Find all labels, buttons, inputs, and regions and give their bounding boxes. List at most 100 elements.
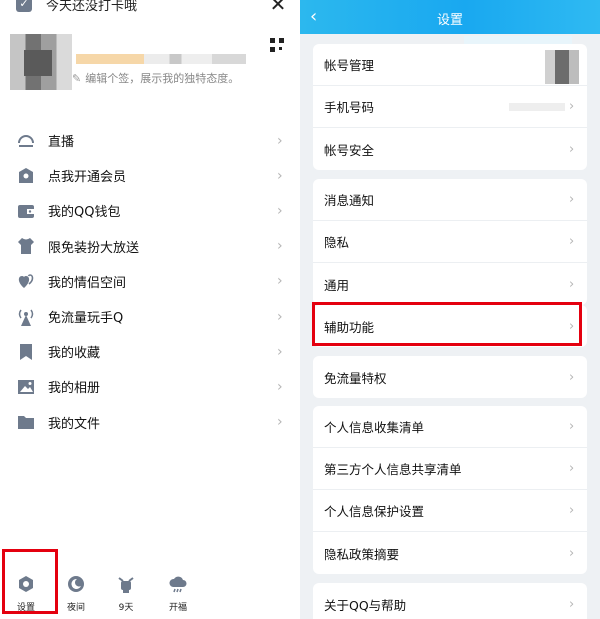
menu-item-couple-space[interactable]: 我的情侣空间 › (0, 264, 300, 299)
row-label: 消息通知 (324, 193, 375, 208)
phone-number-blurred (509, 103, 565, 111)
menu-item-label: 限免装扮大放送 (48, 240, 140, 256)
row-label: 免流量特权 (324, 370, 387, 386)
weather-label: 9天 (118, 603, 134, 613)
menu-item-vip[interactable]: 点我开通会员 › (0, 158, 300, 193)
checkin-text: 今天还没打卡哦 (46, 0, 138, 14)
menu-item-label: 点我开通会员 (48, 170, 127, 186)
chevron-right-icon: › (277, 202, 283, 219)
checkin-reminder[interactable]: ✓ 今天还没打卡哦 (16, 0, 137, 14)
chevron-right-icon: › (277, 238, 283, 255)
row-third-party-sharing-list[interactable]: 第三方个人信息共享清单 › (313, 448, 587, 490)
chevron-right-icon: › (277, 132, 283, 149)
chevron-right-icon: › (569, 234, 575, 249)
row-label: 通用 (324, 277, 350, 293)
row-info-collection-list[interactable]: 个人信息收集清单 › (313, 406, 587, 448)
folder-icon (16, 412, 36, 432)
nickname-blurred (76, 54, 246, 64)
chevron-right-icon: › (277, 167, 283, 184)
highlight-box-settings (2, 549, 58, 614)
menu-item-label: 我的相册 (48, 381, 101, 397)
blurred-region (464, 36, 572, 44)
chevron-right-icon: › (569, 503, 575, 518)
chevron-right-icon: › (277, 414, 283, 431)
title-bar: ‹ 设置 (300, 0, 600, 44)
page-title: 设置 (436, 13, 463, 28)
wallet-icon (16, 201, 36, 221)
bookmark-icon (16, 342, 36, 362)
menu-item-label: 我的情侣空间 (48, 275, 127, 291)
settings-group-general: 消息通知 › 隐私 › 通用 › (313, 179, 587, 305)
chevron-right-icon: › (569, 419, 575, 434)
menu-item-album[interactable]: 我的相册 › (0, 369, 300, 404)
menu-item-label: 免流量玩手Q (48, 311, 124, 327)
weather-button[interactable]: 9天 (104, 574, 148, 613)
menu-item-files[interactable]: 我的文件 › (0, 405, 300, 440)
highlight-box-accessibility (312, 302, 582, 346)
menu-item-favorites[interactable]: 我的收藏 › (0, 334, 300, 369)
row-account-management[interactable]: 帐号管理 (313, 44, 587, 86)
blessing-label: 开福 (168, 603, 187, 613)
chevron-right-icon: › (569, 141, 575, 157)
signal-icon (16, 307, 36, 327)
chevron-right-icon: › (277, 308, 283, 325)
row-general[interactable]: 通用 › (313, 263, 587, 305)
night-mode-label: 夜间 (66, 603, 85, 613)
row-about-qq-help[interactable]: 关于QQ与帮助 › (313, 583, 587, 619)
settings-group-personal-info: 个人信息收集清单 › 第三方个人信息共享清单 › 个人信息保护设置 › 隐私政策… (313, 406, 587, 574)
menu-item-live[interactable]: 直播 › (0, 123, 300, 158)
row-label: 帐号管理 (324, 58, 375, 73)
menu-item-label: 我的文件 (48, 416, 101, 432)
row-notifications[interactable]: 消息通知 › (313, 179, 587, 221)
settings-group-account: 帐号管理 手机号码 › 帐号安全 › (313, 44, 587, 170)
night-mode-button[interactable]: 夜间 (54, 574, 98, 613)
hearts-icon (16, 271, 36, 291)
chevron-right-icon: › (277, 343, 283, 360)
close-icon[interactable]: ✕ (268, 0, 288, 14)
signature-text: 编辑个签，展示我的独特态度。 (85, 72, 240, 85)
row-label: 隐私 (324, 235, 350, 250)
live-icon (16, 131, 36, 151)
chevron-right-icon: › (277, 378, 283, 395)
blessing-button[interactable]: 开福 (156, 574, 200, 613)
row-info-protection-settings[interactable]: 个人信息保护设置 › (313, 490, 587, 532)
settings-group-about: 关于QQ与帮助 › (313, 583, 587, 619)
chevron-right-icon: › (569, 276, 575, 292)
row-label: 手机号码 (324, 100, 375, 115)
row-account-security[interactable]: 帐号安全 › (313, 128, 587, 170)
account-avatar-thumb (545, 50, 579, 84)
chevron-right-icon: › (569, 545, 575, 561)
vip-icon (16, 166, 36, 186)
menu-item-label: 我的QQ钱包 (48, 205, 121, 221)
menu-item-label: 直播 (48, 135, 75, 151)
chevron-right-icon: › (569, 369, 575, 385)
photo-icon (16, 377, 36, 397)
qr-code-icon[interactable] (270, 38, 284, 52)
weather-icon (116, 574, 136, 594)
signature[interactable]: ✎ 编辑个签，展示我的独特态度。 (72, 70, 239, 86)
pencil-icon: ✎ (72, 71, 82, 85)
row-phone-number[interactable]: 手机号码 › (313, 86, 587, 128)
drawer-menu: 直播 › 点我开通会员 › 我的QQ钱包 › 限免装扮大放送 › 我的情侣空间 … (0, 123, 300, 440)
row-privacy[interactable]: 隐私 › (313, 221, 587, 263)
chevron-right-icon: › (569, 192, 575, 207)
menu-item-free-data[interactable]: 免流量玩手Q › (0, 299, 300, 334)
chevron-right-icon: › (569, 596, 575, 612)
row-label: 隐私政策摘要 (324, 546, 400, 562)
shirt-icon (16, 236, 36, 256)
menu-item-label: 我的收藏 (48, 346, 101, 362)
row-label: 关于QQ与帮助 (324, 597, 407, 613)
row-free-data-privilege[interactable]: 免流量特权 › (313, 356, 587, 398)
row-label: 第三方个人信息共享清单 (324, 462, 462, 477)
side-drawer: ✓ 今天还没打卡哦 ✕ ✎ 编辑个签，展示我的独特态度。 直播 › 点我开通会员… (0, 0, 300, 619)
chevron-right-icon: › (569, 99, 575, 114)
checkin-icon: ✓ (16, 0, 32, 12)
menu-item-wallet[interactable]: 我的QQ钱包 › (0, 193, 300, 228)
menu-item-costume[interactable]: 限免装扮大放送 › (0, 229, 300, 264)
avatar[interactable] (10, 34, 72, 90)
chevron-right-icon: › (277, 273, 283, 290)
row-label: 帐号安全 (324, 142, 375, 158)
row-privacy-policy-summary[interactable]: 隐私政策摘要 › (313, 532, 587, 574)
chevron-right-icon: › (569, 461, 575, 476)
settings-group-free-data: 免流量特权 › (313, 356, 587, 398)
